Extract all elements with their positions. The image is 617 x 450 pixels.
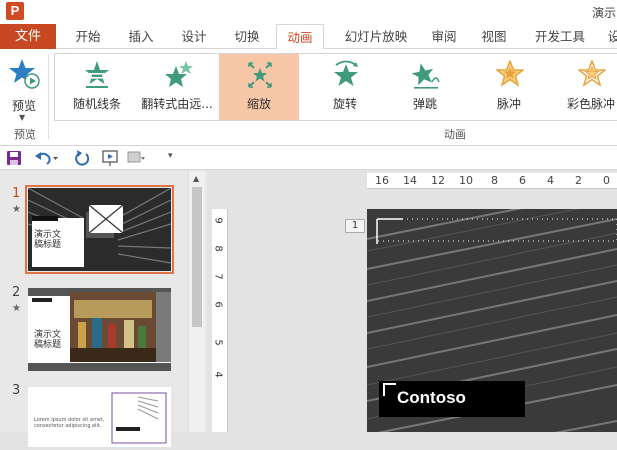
tab-slideshow[interactable]: 幻灯片放映 xyxy=(336,24,416,49)
ruler-tick-label: 6 xyxy=(212,301,224,308)
slide-thumbnail-1[interactable]: 演示文稿标题 xyxy=(25,185,174,274)
tab-more[interactable]: 设 xyxy=(604,24,617,49)
anim-bounce[interactable]: 弹跳 xyxy=(385,54,465,120)
preview-button[interactable]: 预览 ▼ xyxy=(4,55,44,122)
slide-thumbnail-3[interactable]: Lorem ipsum dolor sit amet, consectetur … xyxy=(28,387,171,447)
tab-view[interactable]: 视图 xyxy=(472,24,516,49)
group-separator xyxy=(48,55,49,139)
tab-review[interactable]: 审阅 xyxy=(422,24,466,49)
preview-label: 预览 xyxy=(11,99,36,113)
slide-editing-area: 16 14 12 10 8 6 4 2 0 9 8 7 6 5 4 1 Cont… xyxy=(207,171,617,432)
ruler-tick-label: 5 xyxy=(212,339,224,346)
vertical-ruler: 9 8 7 6 5 4 xyxy=(212,209,228,432)
slide-number: 2 xyxy=(12,285,21,300)
ruler-tick-label: 4 xyxy=(547,174,554,187)
quick-access-toolbar: ▾ xyxy=(0,146,617,170)
ribbon-animations: 预览 ▼ 预览 随机线条 翻转式由远... 缩放 旋转 弹跳 脉冲 彩色脉冲 动… xyxy=(0,49,617,146)
title-bar: P 演示 xyxy=(0,0,617,24)
animation-order-badge[interactable]: 1 xyxy=(345,219,365,233)
star-zoom-icon xyxy=(248,62,272,88)
animation-star-icon: ★ xyxy=(12,204,21,215)
star-pulse-icon xyxy=(496,60,524,87)
ruler-tick-label: 16 xyxy=(375,174,389,187)
scroll-up-icon[interactable]: ▲ xyxy=(193,174,199,183)
slide-title-text: Contoso xyxy=(397,388,466,407)
anim-flip-far[interactable]: 翻转式由远... xyxy=(137,54,217,120)
slide-thumbnail-2[interactable]: 演示文稿标题 xyxy=(28,288,171,371)
slide-thumbnail-pane: 1 ★ 演示文稿标题 2 ★ 演示文稿标题 3 Lorem ipsum dolo… xyxy=(0,171,207,447)
anim-label: 旋转 xyxy=(332,97,357,111)
anim-color-pulse[interactable]: 彩色脉冲 xyxy=(551,54,617,120)
slide-title: 演示文稿标题 xyxy=(34,230,62,250)
redo-icon[interactable] xyxy=(74,149,90,167)
ruler-tick-label: 12 xyxy=(431,174,445,187)
preview-group-label: 预览 xyxy=(14,128,36,141)
horizontal-ruler: 16 14 12 10 8 6 4 2 0 xyxy=(367,173,617,189)
slide-number: 3 xyxy=(12,383,21,398)
anim-pulse[interactable]: 脉冲 xyxy=(469,54,549,120)
anim-zoom[interactable]: 缩放 xyxy=(219,54,299,120)
slide-body-text: Lorem ipsum dolor sit amet, consectetur … xyxy=(34,417,105,429)
slide-title-box[interactable]: Contoso xyxy=(379,381,525,417)
anim-label: 弹跳 xyxy=(412,97,437,111)
presentation-start-icon[interactable] xyxy=(102,149,124,167)
tab-transitions[interactable]: 切换 xyxy=(225,24,269,49)
window-title: 演示 xyxy=(592,6,617,20)
ruler-tick-label: 8 xyxy=(212,245,224,252)
animation-gallery: 随机线条 翻转式由远... 缩放 旋转 弹跳 脉冲 彩色脉冲 xyxy=(54,53,617,121)
thumbnail-scrollbar[interactable]: ▲ xyxy=(188,171,205,432)
anim-label: 缩放 xyxy=(246,97,271,111)
star-flip-icon xyxy=(165,61,193,87)
slide-title: 演示文稿标题 xyxy=(34,330,62,350)
anim-label: 随机线条 xyxy=(72,97,121,111)
ribbon-tabs: 文件 开始 插入 设计 切换 动画 幻灯片放映 审阅 视图 开发工具 设 xyxy=(0,24,617,50)
anim-spin[interactable]: 旋转 xyxy=(305,54,385,120)
tab-developer[interactable]: 开发工具 xyxy=(528,24,592,49)
customize-qat-icon[interactable]: ▾ xyxy=(168,151,173,161)
star-color-pulse-icon xyxy=(578,60,606,87)
powerpoint-app-icon: P xyxy=(6,2,24,20)
ruler-tick-label: 4 xyxy=(212,371,224,378)
preview-dropdown-icon[interactable]: ▼ xyxy=(19,113,25,122)
star-spin-icon xyxy=(334,60,358,86)
ruler-tick-label: 10 xyxy=(459,174,473,187)
tab-file[interactable]: 文件 xyxy=(0,24,56,49)
tab-design[interactable]: 设计 xyxy=(172,24,216,49)
animation-group-label: 动画 xyxy=(444,128,466,141)
anim-label: 翻转式由远... xyxy=(141,97,213,111)
slide-layout-icon[interactable] xyxy=(126,149,146,167)
anim-label: 脉冲 xyxy=(496,97,521,111)
ruler-tick-label: 2 xyxy=(575,174,582,187)
ruler-tick-label: 6 xyxy=(519,174,526,187)
ruler-tick-label: 7 xyxy=(212,273,224,280)
slide-canvas[interactable]: Contoso xyxy=(367,209,617,432)
star-lines-icon xyxy=(85,61,109,88)
anim-label: 彩色脉冲 xyxy=(566,97,615,111)
tab-home[interactable]: 开始 xyxy=(66,24,110,49)
ruler-tick-label: 8 xyxy=(491,174,498,187)
scrollbar-thumb[interactable] xyxy=(192,187,202,327)
anim-random-bars[interactable]: 随机线条 xyxy=(57,54,137,120)
corner-bracket-icon xyxy=(383,383,396,396)
save-icon[interactable] xyxy=(6,149,22,167)
star-bounce-icon xyxy=(412,63,440,89)
tab-insert[interactable]: 插入 xyxy=(119,24,163,49)
slide-number: 1 xyxy=(12,186,21,201)
preview-star-icon xyxy=(9,59,40,89)
animation-star-icon: ★ xyxy=(12,303,21,314)
tab-animations[interactable]: 动画 xyxy=(276,24,324,50)
undo-icon[interactable] xyxy=(34,149,58,167)
ruler-tick-label: 14 xyxy=(403,174,417,187)
ruler-tick-label: 9 xyxy=(212,217,224,224)
ruler-tick-label: 0 xyxy=(603,174,610,187)
